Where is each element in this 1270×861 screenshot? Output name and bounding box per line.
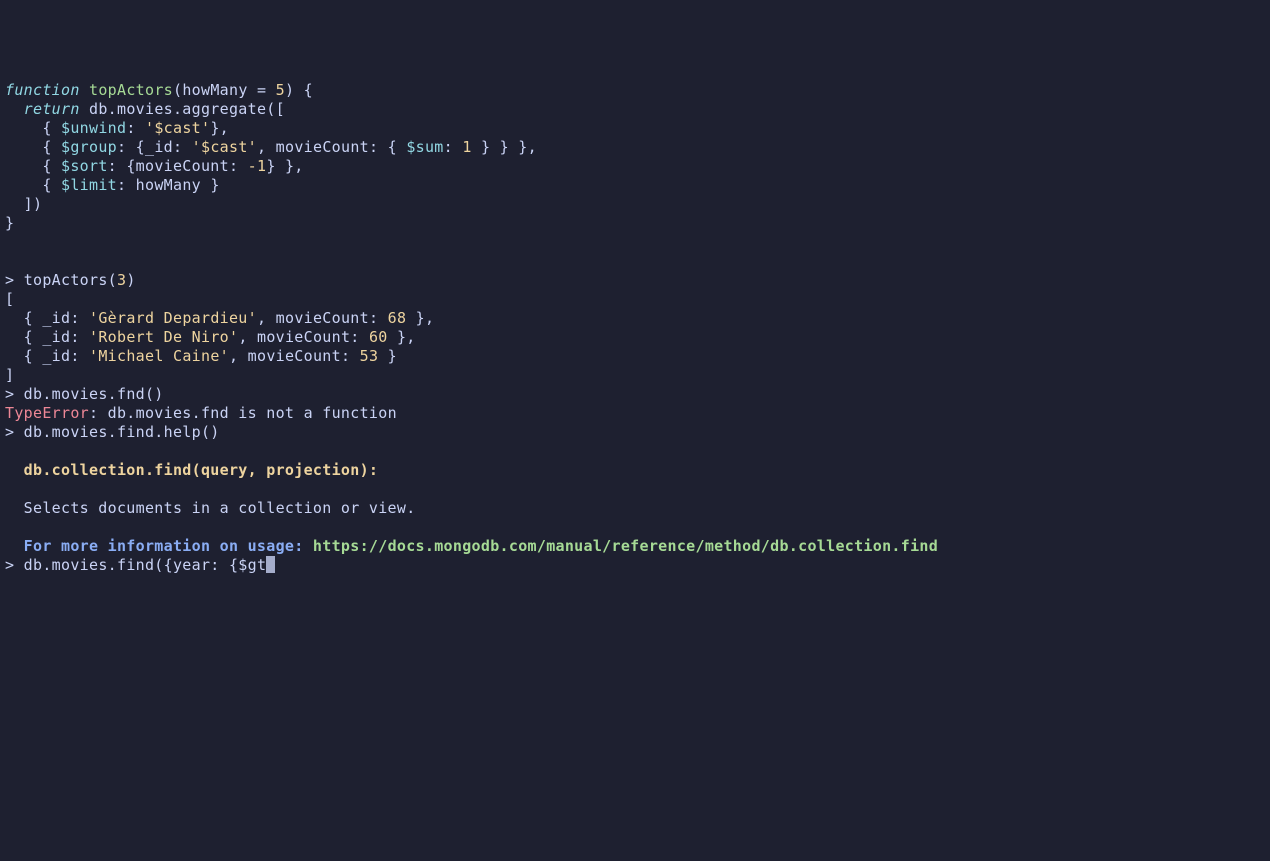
help-title: db.collection.find(query, projection): xyxy=(5,461,378,479)
error-message: : db.movies.fnd is not a function xyxy=(89,404,397,422)
help-call: db.movies.find.help() xyxy=(14,423,219,441)
result-close: ] xyxy=(5,366,14,384)
keyword-return: return xyxy=(24,100,80,118)
prompt-symbol: > xyxy=(5,556,14,574)
result-count-2: 53 xyxy=(360,347,379,365)
sort-value: -1 xyxy=(248,157,267,175)
prompt-symbol: > xyxy=(5,271,14,289)
group-id-value: '$cast' xyxy=(192,138,257,156)
result-count-1: 60 xyxy=(369,328,388,346)
result-id-0: 'Gèrard Depardieu' xyxy=(89,309,257,327)
limit-value: howMany xyxy=(136,176,201,194)
error-label: TypeError xyxy=(5,404,89,422)
limit-operator: $limit xyxy=(61,176,117,194)
result-count-0: 68 xyxy=(388,309,407,327)
result-id-2: 'Michael Caine' xyxy=(89,347,229,365)
current-input[interactable]: db.movies.find({year: {$gt xyxy=(14,556,266,574)
prompt-symbol: > xyxy=(5,423,14,441)
sum-value: 1 xyxy=(462,138,471,156)
result-open: [ xyxy=(5,290,14,308)
function-name: topActors xyxy=(89,81,173,99)
help-description: Selects documents in a collection or vie… xyxy=(5,499,416,517)
prompt-symbol: > xyxy=(5,385,14,403)
fnd-call: db.movies.fnd() xyxy=(14,385,163,403)
help-info-label: For more information on usage: xyxy=(5,537,313,555)
group-operator: $group xyxy=(61,138,117,156)
sort-operator: $sort xyxy=(61,157,108,175)
unwind-operator: $unwind xyxy=(61,119,126,137)
unwind-value: '$cast' xyxy=(145,119,210,137)
call-arg: 3 xyxy=(117,271,126,289)
call-fn: topActors xyxy=(24,271,108,289)
result-id-1: 'Robert De Niro' xyxy=(89,328,238,346)
param-name: howMany xyxy=(182,81,247,99)
cursor xyxy=(266,556,275,573)
terminal-output[interactable]: function topActors(howMany = 5) { return… xyxy=(5,81,1265,575)
sum-operator: $sum xyxy=(406,138,443,156)
default-value: 5 xyxy=(276,81,285,99)
help-url[interactable]: https://docs.mongodb.com/manual/referenc… xyxy=(313,537,938,555)
keyword-function: function xyxy=(5,81,80,99)
